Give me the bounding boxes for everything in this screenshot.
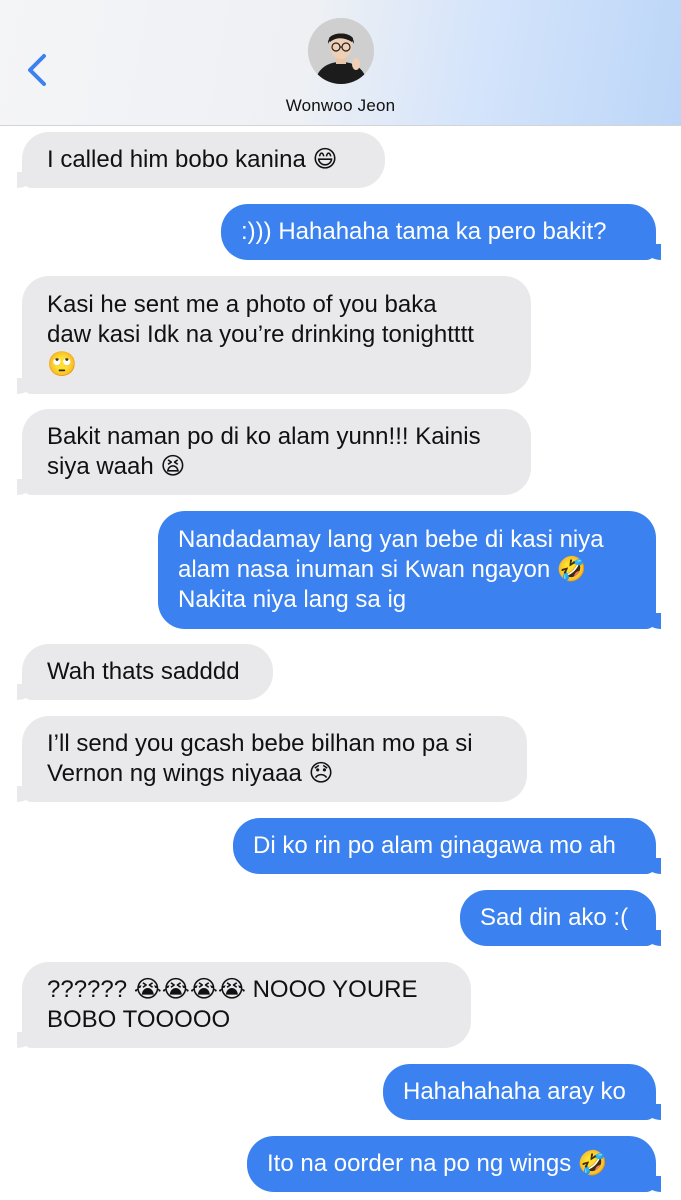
outgoing-message-bubble[interactable]: Ito na oorder na po ng wings 🤣 [247,1136,671,1192]
outgoing-message-bubble[interactable]: :))) Hahahaha tama ka pero bakit? [221,204,671,260]
avatar-photo [308,18,374,84]
message-text: :))) Hahahaha tama ka pero bakit? [241,218,607,245]
bubble-tail [7,784,33,802]
message-text: Wah thats sadddd [47,658,240,685]
bubble-tail [645,1102,671,1120]
chevron-left-icon [28,54,46,86]
message-text: Hahahahaha aray ko [403,1078,626,1105]
bubble-tail [645,1174,671,1192]
message-text: Bakit naman po di ko alam yunn!!! Kainis… [47,423,481,480]
message-text: Di ko rin po alam ginagawa mo ah [253,832,616,859]
bubble-tail [7,1030,33,1048]
outgoing-message-bubble[interactable]: Hahahahaha aray ko [383,1064,671,1120]
message-text: I called him bobo kanina 😄 [47,146,338,173]
incoming-message-bubble[interactable]: Kasi he sent me a photo of you baka daw … [7,276,531,394]
bubble-tail [645,242,671,260]
message-text: Ito na oorder na po ng wings 🤣 [267,1150,608,1177]
bubble-tail [645,611,671,629]
contact-name[interactable]: Wonwoo Jeon [0,96,681,116]
outgoing-message-bubble[interactable]: Sad din ako :( [460,890,671,946]
incoming-message-bubble[interactable]: ?????? 😭😭😭😭 NOOO YOURE BOBO TOOOOO [7,962,471,1048]
contact-avatar[interactable] [308,18,374,84]
outgoing-message-bubble[interactable]: Di ko rin po alam ginagawa mo ah [233,818,671,874]
incoming-message-bubble[interactable]: I’ll send you gcash bebe bilhan mo pa si… [7,716,527,802]
bubble-tail [7,376,33,394]
incoming-message-bubble[interactable]: I called him bobo kanina 😄 [7,132,385,188]
message-text: Sad din ako :( [480,904,629,931]
message-text: Nandadamay lang yan bebe di kasi niya al… [178,526,604,613]
back-button[interactable] [22,50,52,90]
conversation-header: Wonwoo Jeon [0,0,681,126]
bubble-tail [645,856,671,874]
bubble-tail [7,170,33,188]
incoming-message-bubble[interactable]: Bakit naman po di ko alam yunn!!! Kainis… [7,409,531,495]
bubble-tail [645,928,671,946]
message-text: ?????? 😭😭😭😭 NOOO YOURE BOBO TOOOOO [47,976,418,1033]
message-text: Kasi he sent me a photo of you baka daw … [47,291,474,378]
incoming-message-bubble[interactable]: Wah thats sadddd [7,644,273,700]
message-text: I’ll send you gcash bebe bilhan mo pa si… [47,730,473,787]
outgoing-message-bubble[interactable]: Nandadamay lang yan bebe di kasi niya al… [158,511,671,629]
bubble-tail [7,682,33,700]
bubble-tail [7,477,33,495]
message-thread: I called him bobo kanina 😄 :))) Hahahaha… [0,126,681,1200]
